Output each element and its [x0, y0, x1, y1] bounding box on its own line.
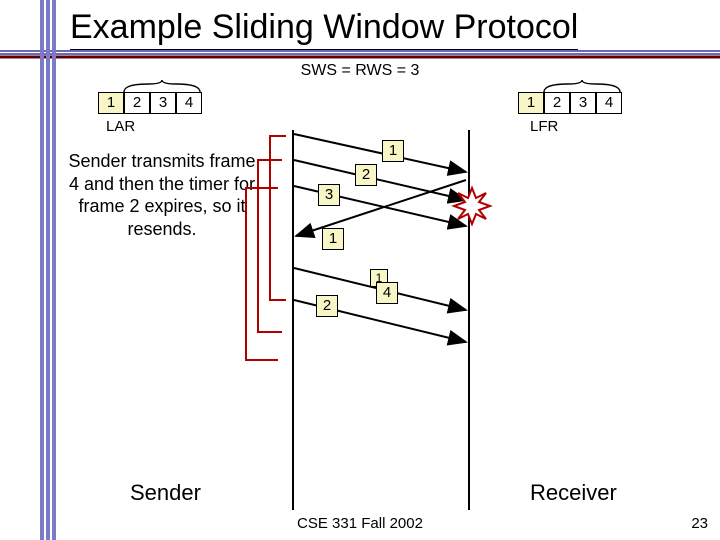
- receiver-endpoint-label: Receiver: [530, 480, 617, 506]
- frame-label-3: 3: [318, 184, 340, 206]
- drop-icon: [454, 188, 490, 224]
- footer-text: CSE 331 Fall 2002: [0, 515, 720, 532]
- page-number: 23: [691, 515, 708, 532]
- sender-endpoint-label: Sender: [130, 480, 201, 506]
- frame-label-1: 1: [382, 140, 404, 162]
- ack-label-1: 1: [322, 228, 344, 250]
- frame-label-4: 4: [376, 282, 398, 304]
- frame-label-2-resend: 2: [316, 295, 338, 317]
- frame-label-2: 2: [355, 164, 377, 186]
- message-arrows: [0, 0, 720, 540]
